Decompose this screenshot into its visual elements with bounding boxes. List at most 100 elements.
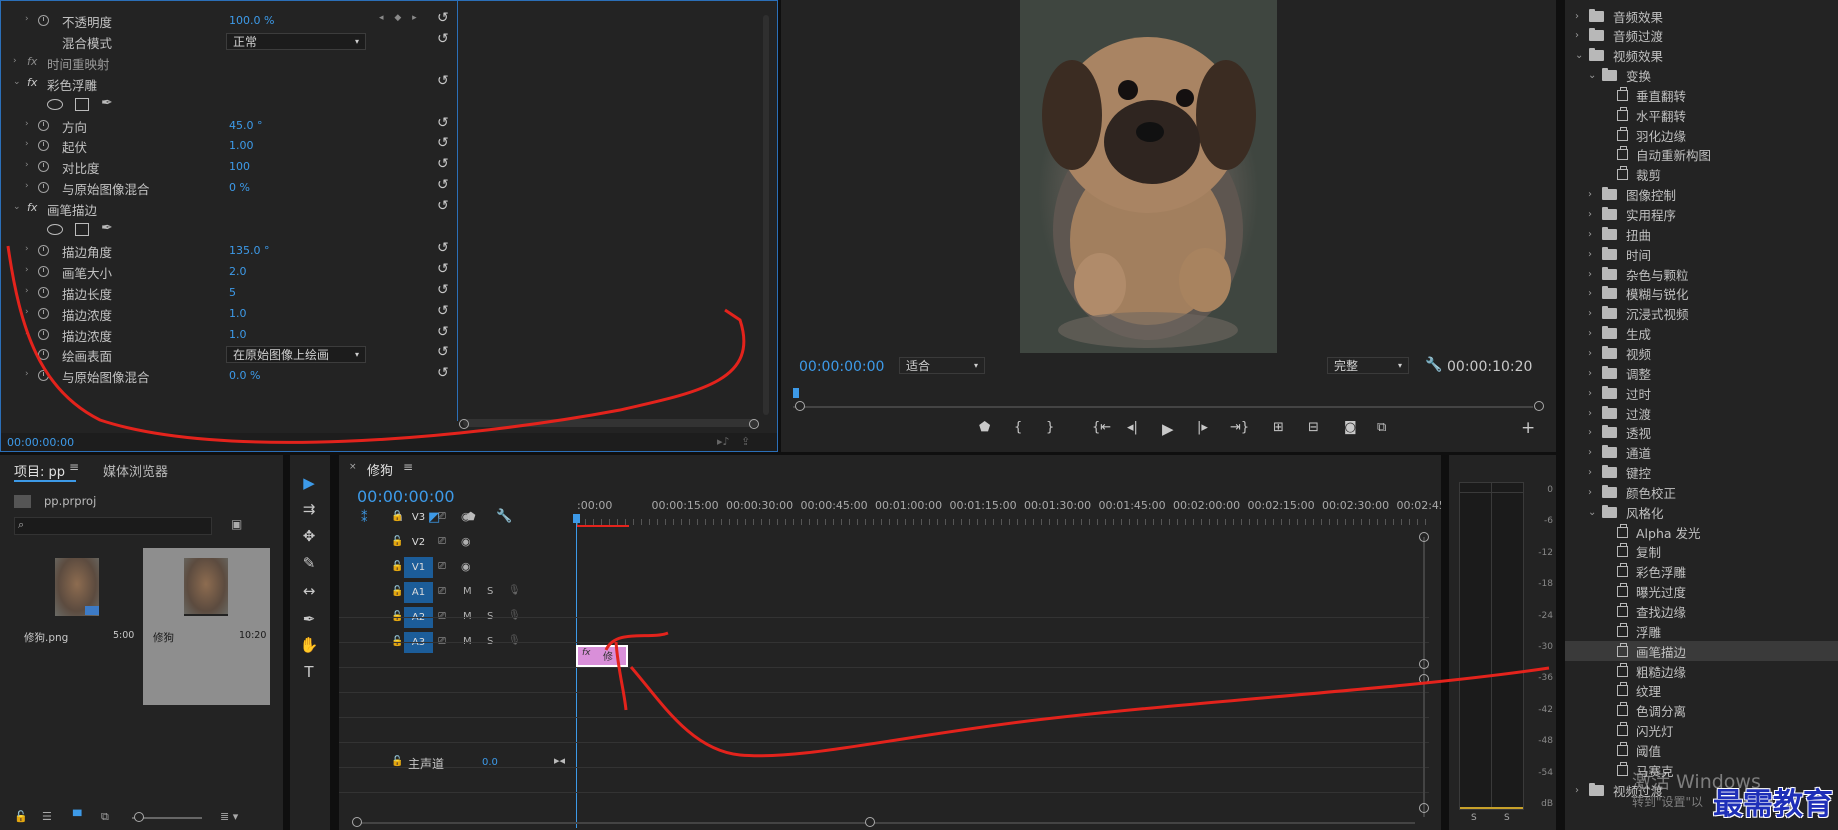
param-value[interactable]: 2.0 — [229, 265, 247, 278]
export-icon[interactable]: ⇪ — [741, 435, 750, 448]
master-volume[interactable]: 0.0 — [482, 757, 498, 768]
effects-folder[interactable]: › 通道 — [1565, 443, 1838, 463]
go-to-out-icon[interactable]: ⇥} — [1230, 420, 1249, 435]
solo-right[interactable]: S — [1504, 813, 1510, 823]
chevron-right-icon[interactable]: › — [1588, 269, 1602, 280]
playhead-marker[interactable] — [793, 388, 799, 398]
param-value[interactable]: 135.0 ° — [229, 244, 270, 257]
scroll-handle-right[interactable] — [749, 419, 759, 429]
effect-item[interactable]: 粗糙边缘 — [1565, 661, 1838, 681]
sort-icon[interactable]: ≣ ▾ — [220, 810, 238, 823]
twirl-icon[interactable]: › — [25, 307, 29, 317]
effects-folder[interactable]: › 过渡 — [1565, 403, 1838, 423]
clip-v1[interactable]: fx 修 — [576, 645, 628, 667]
effect-item[interactable]: 自动重新构图 — [1565, 145, 1838, 165]
lock-icon[interactable]: 🔓 — [391, 511, 403, 522]
lift-icon[interactable]: ⊞ — [1273, 420, 1284, 435]
chevron-right-icon[interactable]: › — [1588, 408, 1602, 419]
effects-folder[interactable]: › 调整 — [1565, 363, 1838, 383]
eye-icon[interactable]: ◉ — [461, 510, 471, 523]
effect-item[interactable]: 阈值 — [1565, 740, 1838, 760]
reset-icon[interactable]: ↺ — [437, 365, 449, 381]
effects-folder[interactable]: › 生成 — [1565, 324, 1838, 344]
add-marker-icon[interactable]: ⬟ — [979, 420, 990, 435]
effects-folder[interactable]: › 扭曲 — [1565, 224, 1838, 244]
track-target[interactable]: V1 — [404, 557, 433, 578]
add-button-icon[interactable]: + — [1521, 418, 1535, 438]
param-value[interactable]: 1.0 — [229, 307, 247, 320]
stopwatch-icon[interactable] — [38, 182, 49, 194]
effects-folder[interactable]: › 模糊与锐化 — [1565, 284, 1838, 304]
effects-folder[interactable]: › 音频过渡 — [1565, 26, 1838, 46]
effects-folder[interactable]: ⌄ 视频效果 — [1565, 46, 1838, 66]
param-value[interactable]: 5 — [229, 286, 236, 299]
param-value[interactable]: 1.0 — [229, 328, 247, 341]
chevron-down-icon[interactable]: ⌄ — [1588, 507, 1602, 518]
effect-item[interactable]: 彩色浮雕 — [1565, 562, 1838, 582]
stopwatch-icon[interactable] — [38, 349, 49, 361]
chevron-right-icon[interactable]: › — [1588, 328, 1602, 339]
lock-icon[interactable]: 🔓 — [391, 561, 403, 572]
slip-tool-icon[interactable]: ↔ — [290, 579, 328, 603]
param-value[interactable]: 45.0 ° — [229, 119, 263, 132]
close-icon[interactable]: × — [349, 462, 357, 472]
stopwatch-icon[interactable] — [38, 328, 49, 340]
effects-folder[interactable]: › 视频 — [1565, 343, 1838, 363]
chevron-down-icon[interactable]: ⌄ — [1575, 50, 1589, 61]
effect-item[interactable]: 闪光灯 — [1565, 721, 1838, 741]
vscroll-knob-bottom[interactable] — [1419, 803, 1429, 813]
search-input[interactable]: ⌕ — [14, 517, 212, 535]
reset-icon[interactable]: ↺ — [437, 115, 449, 131]
twirl-icon[interactable]: › — [25, 369, 29, 379]
twirl-icon[interactable]: › — [25, 181, 29, 191]
eye-icon[interactable]: ◉ — [461, 560, 471, 573]
reset-icon[interactable]: ↺ — [437, 261, 449, 277]
fx-icon[interactable]: fx — [27, 76, 37, 89]
chevron-right-icon[interactable]: › — [1575, 11, 1589, 22]
selection-tool-icon[interactable]: ▶ — [290, 471, 328, 495]
lock-icon[interactable]: 🔓 — [391, 536, 403, 547]
ellipse-mask-icon[interactable] — [47, 224, 63, 235]
effects-folder[interactable]: › 沉浸式视频 — [1565, 304, 1838, 324]
vscroll-knob-mid[interactable] — [1419, 659, 1429, 669]
stopwatch-icon[interactable] — [38, 244, 49, 256]
fit-dropdown[interactable]: 适合 ▾ — [899, 357, 985, 374]
stopwatch-icon[interactable] — [38, 286, 49, 298]
reset-icon[interactable]: ↺ — [437, 156, 449, 172]
timeline-timecode[interactable]: 00:00:00:00 — [357, 487, 455, 506]
reset-icon[interactable]: ↺ — [437, 31, 449, 47]
timeline-hscroll[interactable] — [355, 822, 1415, 824]
type-tool-icon[interactable]: T — [290, 660, 328, 684]
new-bin-icon[interactable]: ▣ — [231, 517, 242, 531]
param-value[interactable]: 0 % — [229, 181, 250, 194]
effect-item[interactable]: 色调分离 — [1565, 701, 1838, 721]
scroll-handle-left[interactable] — [459, 419, 469, 429]
project-item-png[interactable]: 修狗.png 5:00 — [14, 548, 141, 705]
chevron-right-icon[interactable]: › — [1588, 189, 1602, 200]
tab-project[interactable]: 项目: pp — [14, 461, 65, 480]
sequence-menu-icon[interactable]: ≡ — [403, 460, 413, 474]
chevron-down-icon[interactable]: ⌄ — [1588, 70, 1602, 81]
param-value[interactable]: 100.0 % — [229, 14, 274, 27]
rect-mask-icon[interactable] — [75, 223, 89, 236]
sync-lock-icon[interactable]: ⎚ — [438, 561, 446, 572]
chevron-right-icon[interactable]: › — [1588, 427, 1602, 438]
effect-item[interactable]: 曝光过度 — [1565, 582, 1838, 602]
solo-left[interactable]: S — [1471, 813, 1477, 823]
param-dropdown[interactable]: 在原始图像上绘画 ▾ — [226, 346, 366, 364]
step-back-icon[interactable]: ◂| — [1127, 420, 1138, 435]
reset-icon[interactable]: ↺ — [437, 324, 449, 340]
effects-folder[interactable]: ⌄ 风格化 — [1565, 502, 1838, 522]
extract-icon[interactable]: ⊟ — [1308, 420, 1319, 435]
effects-folder[interactable]: › 杂色与颗粒 — [1565, 264, 1838, 284]
chevron-right-icon[interactable]: › — [1588, 388, 1602, 399]
chevron-right-icon[interactable]: › — [1588, 487, 1602, 498]
effect-item[interactable]: 画笔描边 — [1565, 641, 1838, 662]
twirl-icon[interactable]: › — [13, 56, 17, 66]
fx-icon[interactable]: fx — [27, 55, 37, 68]
ellipse-mask-icon[interactable] — [47, 98, 63, 110]
stopwatch-icon[interactable] — [38, 15, 49, 26]
reset-icon[interactable]: ↺ — [437, 177, 449, 193]
mark-in-icon[interactable]: { — [1014, 420, 1022, 435]
freeform-view-icon[interactable]: ⧉ — [101, 810, 109, 824]
